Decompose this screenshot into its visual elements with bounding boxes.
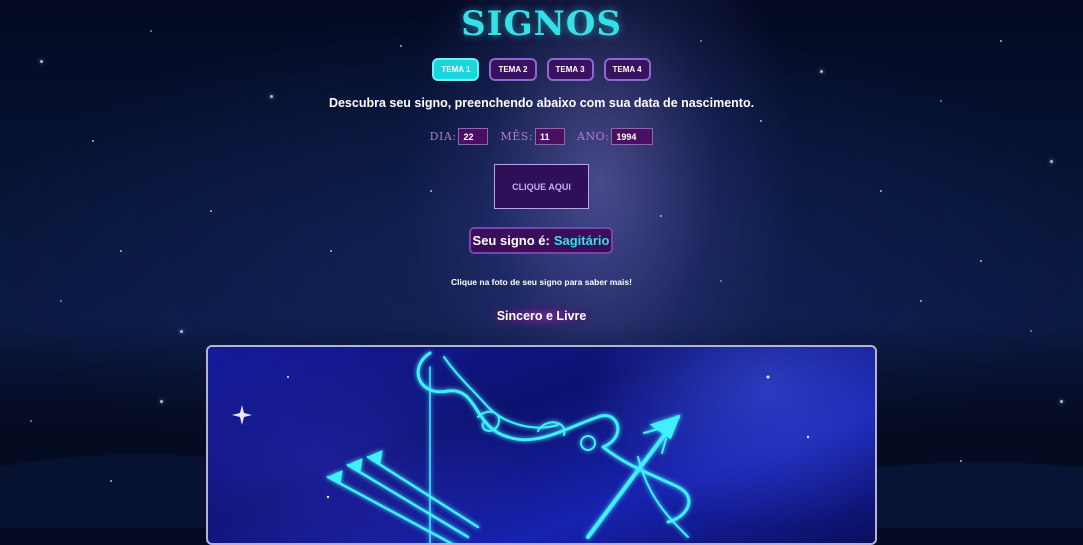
star: [430, 190, 432, 192]
instructions-text: Descubra seu signo, preenchendo abaixo c…: [328, 96, 755, 110]
star: [330, 250, 332, 252]
star: [660, 215, 662, 217]
sign-trait: Sincero e Livre: [0, 305, 1083, 327]
year-input[interactable]: [611, 128, 654, 145]
sign-photo[interactable]: [206, 345, 877, 545]
star: [110, 480, 112, 482]
star: [920, 300, 922, 302]
month-label: MÊS:: [500, 130, 534, 143]
star: [60, 300, 62, 302]
tab-theme-3[interactable]: TEMA 3: [546, 58, 594, 81]
result-prefix: Seu signo é:: [472, 233, 550, 248]
star: [30, 420, 32, 422]
tab-theme-1[interactable]: TEMA 1: [432, 58, 480, 81]
star: [120, 250, 122, 252]
star: [1050, 160, 1053, 163]
sagittarius-illustration: [232, 351, 810, 543]
day-label: DIA:: [429, 130, 457, 143]
birth-date-form: DIA: MÊS: ANO:: [0, 128, 1083, 145]
star: [160, 400, 163, 403]
hint-text: Clique na foto de seu signo para saber m…: [451, 277, 632, 287]
page-title: SIGNOS: [461, 4, 622, 44]
star: [180, 330, 183, 333]
star: [400, 45, 402, 47]
year-label: ANO:: [577, 130, 610, 143]
result-box: Seu signo é: Sagitário: [469, 227, 613, 254]
star: [210, 210, 212, 212]
tab-theme-4[interactable]: TEMA 4: [603, 58, 651, 81]
result-sign: Sagitário: [553, 233, 610, 248]
day-input[interactable]: [458, 128, 489, 145]
star: [760, 120, 762, 122]
tab-theme-2[interactable]: TEMA 2: [489, 58, 537, 81]
star: [880, 190, 882, 192]
month-input[interactable]: [535, 128, 566, 145]
star: [980, 260, 982, 262]
sign-trait-label: Sincero e Livre: [490, 305, 593, 327]
theme-tabs: TEMA 1 TEMA 2 TEMA 3 TEMA 4: [0, 58, 1083, 81]
star: [1030, 330, 1032, 332]
star: [960, 460, 962, 462]
submit-button[interactable]: CLIQUE AQUI: [494, 164, 589, 209]
star: [1060, 400, 1063, 403]
